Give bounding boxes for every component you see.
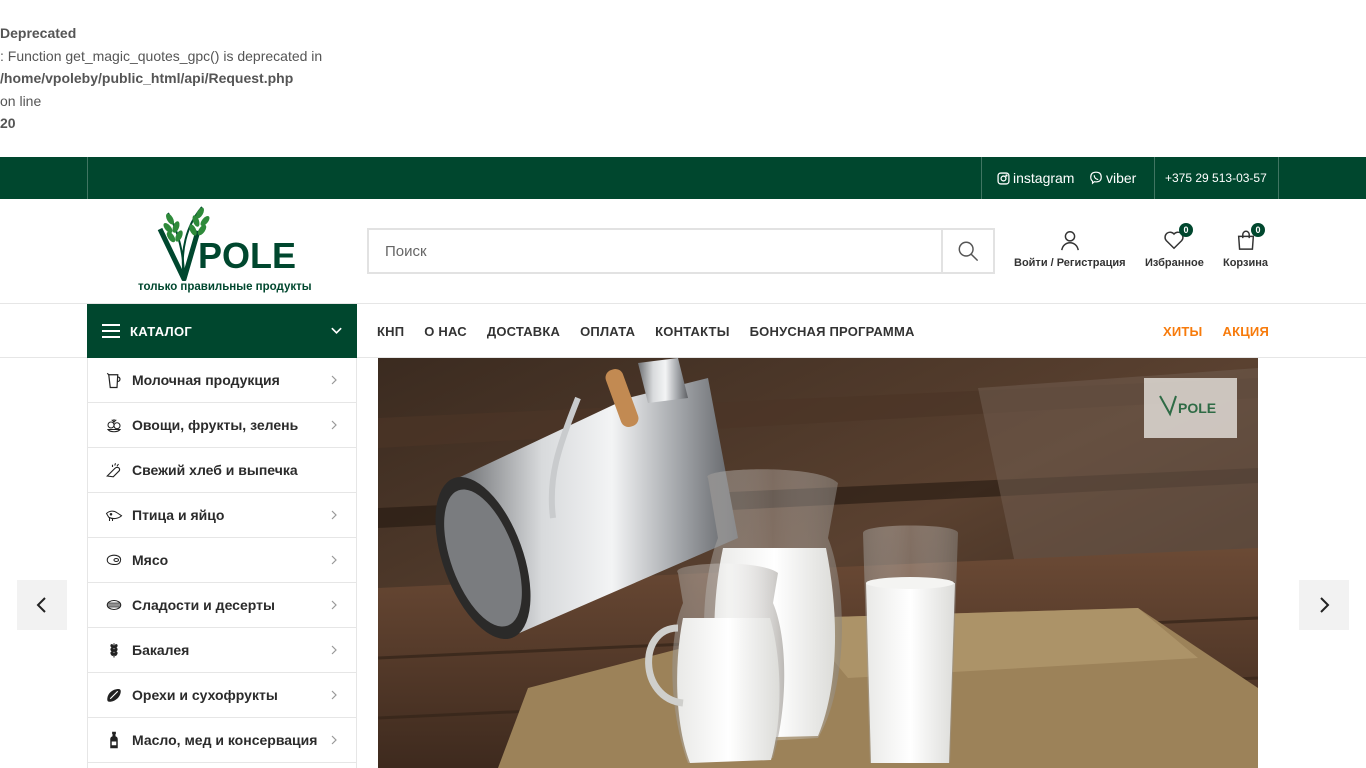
category-vegetables[interactable]: Овощи, фрукты, зелень bbox=[88, 403, 356, 448]
logo-tagline: только правильные продукты bbox=[138, 281, 312, 293]
category-bread[interactable]: Свежий хлеб и выпечка bbox=[88, 448, 356, 493]
divider bbox=[981, 157, 982, 199]
logo-brand: POLE bbox=[198, 235, 297, 276]
vegetables-icon bbox=[103, 414, 125, 436]
chevron-left-icon bbox=[36, 597, 46, 613]
top-bar: instagram viber +375 29 513-03-57 bbox=[0, 157, 1366, 199]
category-label: Свежий хлеб и выпечка bbox=[132, 462, 298, 478]
category-label: Бакалея bbox=[132, 642, 190, 658]
divider bbox=[1278, 157, 1279, 199]
chevron-right-icon bbox=[331, 420, 337, 430]
notice-line: 20 bbox=[0, 115, 16, 131]
oil-bottle-icon bbox=[103, 729, 125, 751]
instagram-link[interactable]: instagram bbox=[997, 157, 1074, 199]
notice-label: Deprecated bbox=[0, 25, 77, 41]
chevron-right-icon bbox=[331, 555, 337, 565]
cart-label: Корзина bbox=[1223, 257, 1268, 269]
chevron-right-icon bbox=[331, 735, 337, 745]
category-label: Молочная продукция bbox=[132, 372, 280, 388]
search-icon bbox=[958, 241, 978, 261]
category-meat[interactable]: Мясо bbox=[88, 538, 356, 583]
catalog-title: КАТАЛОГ bbox=[130, 323, 193, 339]
search-form bbox=[367, 228, 995, 274]
category-sidebar: Молочная продукция Овощи, фрукты, зелень… bbox=[87, 358, 357, 768]
top-menu: КНП О НАС ДОСТАВКА ОПЛАТА КОНТАКТЫ БОНУС… bbox=[377, 304, 935, 358]
category-nuts[interactable]: Орехи и сухофрукты bbox=[88, 673, 356, 718]
account-link[interactable]: Войти / Регистрация bbox=[1014, 229, 1126, 269]
hero-slide-milk-image: POLE bbox=[378, 358, 1258, 768]
category-label: Орехи и сухофрукты bbox=[132, 687, 278, 703]
chevron-right-icon bbox=[331, 510, 337, 520]
search-input[interactable] bbox=[369, 230, 943, 272]
category-label: Мясо bbox=[132, 552, 169, 568]
bread-icon bbox=[103, 459, 125, 481]
category-label: Овощи, фрукты, зелень bbox=[132, 417, 299, 433]
divider bbox=[1154, 157, 1155, 199]
catalog-toggle[interactable]: КАТАЛОГ bbox=[87, 304, 357, 358]
wishlist-label: Избранное bbox=[1145, 257, 1204, 269]
search-button[interactable] bbox=[941, 230, 993, 272]
promo-menu: ХИТЫ АКЦИЯ bbox=[1143, 304, 1269, 358]
slider-next-button[interactable] bbox=[1299, 580, 1349, 630]
chevron-right-icon bbox=[331, 690, 337, 700]
site-logo[interactable]: POLE только правильные продукты bbox=[136, 201, 312, 297]
main-navigation: КАТАЛОГ КНП О НАС ДОСТАВКА ОПЛАТА КОНТАК… bbox=[0, 304, 1366, 358]
nav-item-payment[interactable]: ОПЛАТА bbox=[580, 324, 635, 339]
menu-icon bbox=[102, 324, 120, 338]
chevron-down-icon bbox=[331, 327, 342, 335]
hero-slider[interactable]: POLE bbox=[378, 358, 1258, 768]
milk-jug-icon bbox=[103, 369, 125, 391]
instagram-icon bbox=[997, 171, 1010, 185]
chevron-right-icon bbox=[331, 645, 337, 655]
category-dairy[interactable]: Молочная продукция bbox=[88, 358, 356, 403]
cart-count-badge: 0 bbox=[1251, 223, 1265, 237]
chevron-right-icon bbox=[1320, 597, 1330, 613]
notice-online: on line bbox=[0, 92, 42, 109]
nav-item-contacts[interactable]: КОНТАКТЫ bbox=[655, 324, 729, 339]
category-oil-honey[interactable]: Масло, мед и консервация bbox=[88, 718, 356, 763]
nav-item-about[interactable]: О НАС bbox=[424, 324, 467, 339]
instagram-label: instagram bbox=[1013, 170, 1075, 186]
notice-message: : Function get_magic_quotes_gpc() is dep… bbox=[0, 47, 323, 64]
nav-item-knp[interactable]: КНП bbox=[377, 324, 404, 339]
grain-icon bbox=[103, 639, 125, 661]
dessert-icon bbox=[103, 594, 125, 616]
chevron-right-icon bbox=[331, 375, 337, 385]
notice-path: /home/vpoleby/public_html/api/Request.ph… bbox=[0, 70, 294, 86]
poultry-icon bbox=[103, 504, 125, 526]
chevron-right-icon bbox=[331, 600, 337, 610]
phone-link[interactable]: +375 29 513-03-57 bbox=[1165, 157, 1267, 199]
viber-icon bbox=[1090, 171, 1102, 185]
divider bbox=[87, 157, 88, 199]
meat-icon bbox=[103, 549, 125, 571]
category-desserts[interactable]: Сладости и десерты bbox=[88, 583, 356, 628]
category-grocery[interactable]: Бакалея bbox=[88, 628, 356, 673]
wishlist-link[interactable]: Избранное 0 bbox=[1145, 223, 1204, 269]
php-deprecation-notice: Deprecated : Function get_magic_quotes_g… bbox=[0, 22, 322, 135]
nav-item-sale[interactable]: АКЦИЯ bbox=[1222, 324, 1269, 339]
category-label: Птица и яйцо bbox=[132, 507, 225, 523]
header: POLE только правильные продукты Войти / … bbox=[0, 199, 1366, 304]
category-poultry[interactable]: Птица и яйцо bbox=[88, 493, 356, 538]
category-label: Сладости и десерты bbox=[132, 597, 275, 613]
viber-link[interactable]: viber bbox=[1089, 157, 1136, 199]
nav-item-hits[interactable]: ХИТЫ bbox=[1163, 324, 1202, 339]
svg-text:POLE: POLE bbox=[1178, 400, 1216, 416]
nuts-icon bbox=[103, 684, 125, 706]
wishlist-count-badge: 0 bbox=[1179, 223, 1193, 237]
cart-link[interactable]: Корзина 0 bbox=[1223, 223, 1268, 269]
nav-item-bonus[interactable]: БОНУСНАЯ ПРОГРАММА bbox=[750, 324, 915, 339]
user-icon bbox=[1060, 231, 1079, 251]
viber-label: viber bbox=[1106, 170, 1137, 186]
nav-item-delivery[interactable]: ДОСТАВКА bbox=[487, 324, 560, 339]
slider-prev-button[interactable] bbox=[17, 580, 67, 630]
account-label: Войти / Регистрация bbox=[1014, 257, 1126, 269]
category-label: Масло, мед и консервация bbox=[132, 732, 318, 748]
